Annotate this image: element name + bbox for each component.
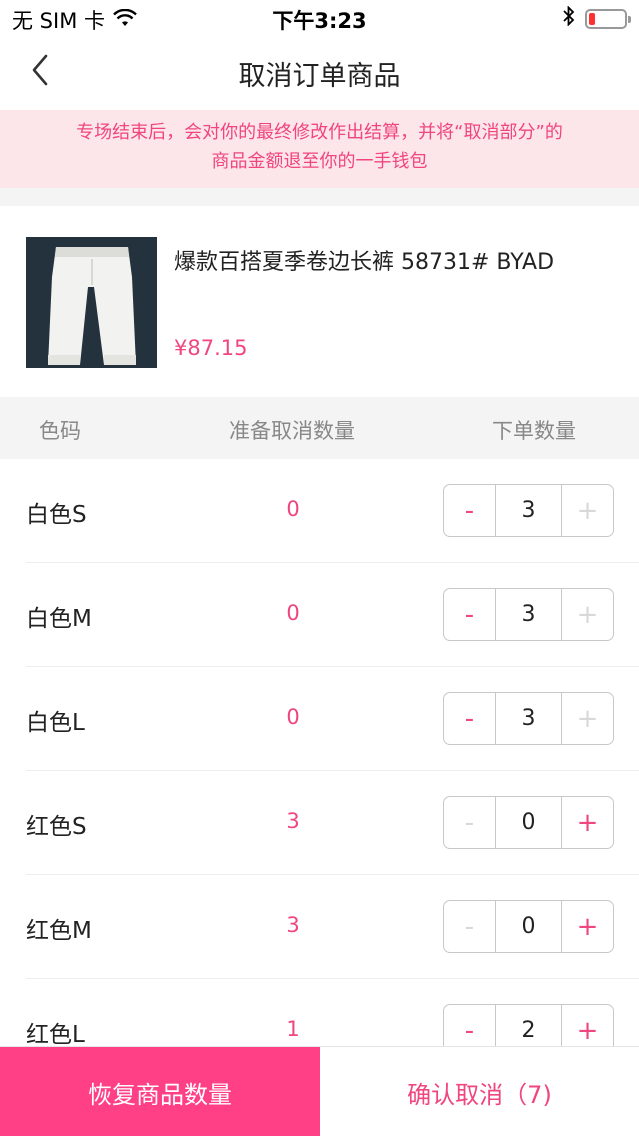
sku-row: 白色L 0 - 3 + xyxy=(0,667,639,771)
quantity-stepper: - 3 + xyxy=(443,484,614,537)
decrement-button[interactable]: - xyxy=(444,693,495,744)
header-cancel-qty: 准备取消数量 xyxy=(229,419,355,443)
header-order-qty: 下单数量 xyxy=(492,419,576,443)
sku-row: 白色M 0 - 3 + xyxy=(0,563,639,667)
sku-row: 红色S 3 - 0 + xyxy=(0,771,639,875)
quantity-value[interactable]: 0 xyxy=(495,797,562,848)
quantity-stepper: - 0 + xyxy=(443,796,614,849)
confirm-cancel-button[interactable]: 确认取消（7) xyxy=(320,1047,639,1136)
status-right xyxy=(563,5,631,31)
sku-row: 红色M 3 - 0 + xyxy=(0,875,639,979)
settlement-notice: 专场结束后，会对你的最终修改作出结算，并将“取消部分”的 商品金额退至你的一手钱… xyxy=(0,110,639,188)
decrement-button[interactable]: - xyxy=(444,485,495,536)
increment-button[interactable]: + xyxy=(562,485,613,536)
quantity-stepper: - 0 + xyxy=(443,900,614,953)
status-bar: 无 SIM 卡 下午3:23 xyxy=(0,0,639,36)
quantity-value[interactable]: 0 xyxy=(495,901,562,952)
bluetooth-icon xyxy=(563,5,575,31)
product-image xyxy=(26,237,157,368)
restore-quantity-button[interactable]: 恢复商品数量 xyxy=(0,1047,320,1136)
decrement-button[interactable]: - xyxy=(444,589,495,640)
increment-button[interactable]: + xyxy=(562,693,613,744)
nav-bar: 取消订单商品 xyxy=(0,36,639,110)
increment-button[interactable]: + xyxy=(562,797,613,848)
decrement-button[interactable]: - xyxy=(444,901,495,952)
product-price: ¥87.15 xyxy=(174,336,248,360)
quantity-stepper: - 3 + xyxy=(443,588,614,641)
quantity-value[interactable]: 3 xyxy=(495,589,562,640)
sku-row: 白色S 0 - 3 + xyxy=(0,459,639,563)
product-name: 爆款百搭夏季卷边长裤 58731# BYAD xyxy=(174,250,555,275)
increment-button[interactable]: + xyxy=(562,589,613,640)
sku-list: 白色S 0 - 3 + 白色M 0 - 3 + 白色L 0 - 3 + 红色S … xyxy=(0,459,639,1083)
quantity-stepper: - 3 + xyxy=(443,692,614,745)
quantity-value[interactable]: 3 xyxy=(495,693,562,744)
page-title: 取消订单商品 xyxy=(238,61,401,92)
section-divider xyxy=(0,188,639,206)
table-header: 色码 准备取消数量 下单数量 xyxy=(0,397,639,459)
battery-icon xyxy=(585,8,631,29)
notice-line-1: 专场结束后，会对你的最终修改作出结算，并将“取消部分”的 xyxy=(76,122,563,143)
increment-button[interactable]: + xyxy=(562,901,613,952)
bottom-action-bar: 恢复商品数量 确认取消（7) xyxy=(0,1046,639,1136)
quantity-value[interactable]: 3 xyxy=(495,485,562,536)
product-card: 爆款百搭夏季卷边长裤 58731# BYAD ¥87.15 xyxy=(0,206,639,396)
notice-line-2: 商品金额退至你的一手钱包 xyxy=(211,151,428,172)
status-time: 下午3:23 xyxy=(272,9,367,33)
header-color-size: 色码 xyxy=(39,419,81,443)
decrement-button[interactable]: - xyxy=(444,797,495,848)
